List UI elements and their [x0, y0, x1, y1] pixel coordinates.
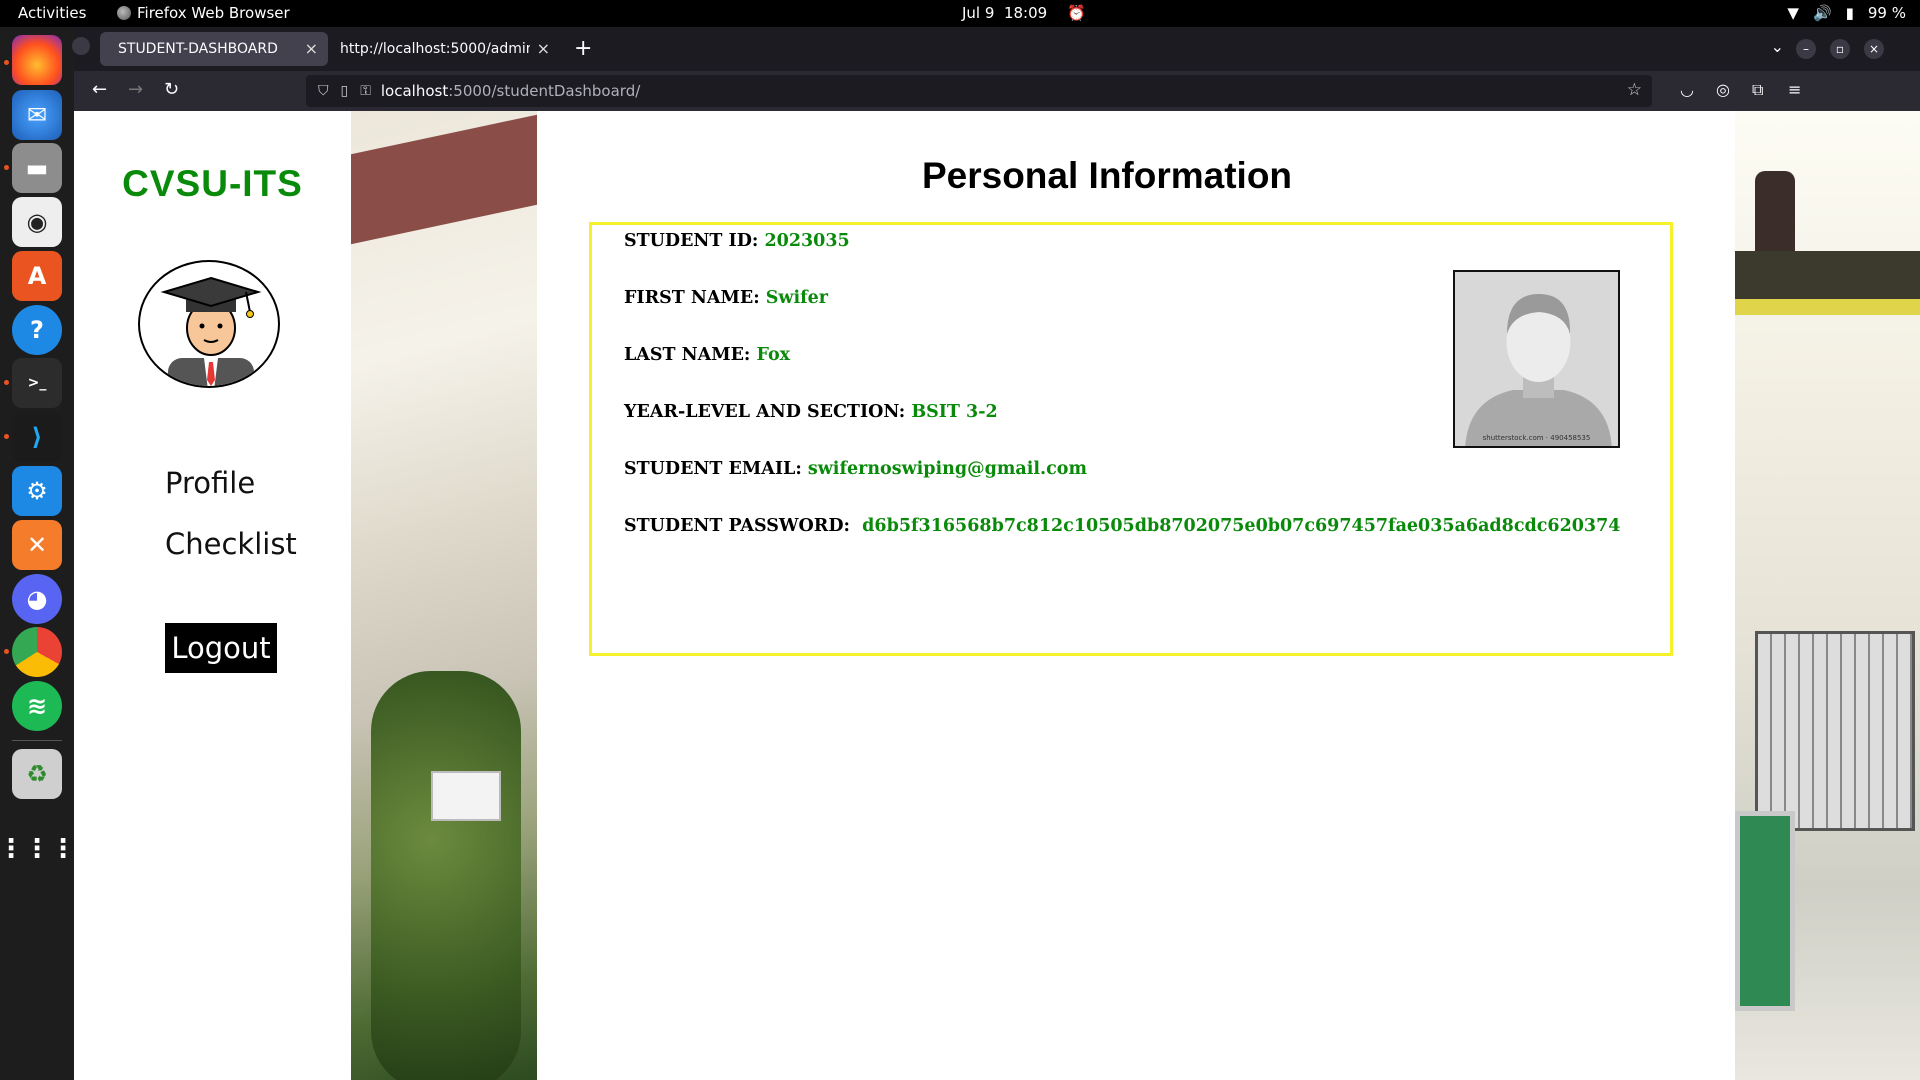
close-window-icon[interactable]: ×	[1864, 39, 1884, 59]
field-value: BSIT 3-2	[911, 402, 998, 422]
close-icon[interactable]: ×	[537, 39, 550, 58]
field-value: d6b5f316568b7c812c10505db8702075e0b07c69…	[862, 516, 1621, 536]
personal-info-card: STUDENT ID: 2023035 FIRST NAME: Swifer L…	[589, 222, 1673, 656]
field-value: 2023035	[764, 231, 850, 251]
field-label: STUDENT EMAIL:	[624, 459, 802, 479]
discord-icon[interactable]: ◕	[12, 574, 62, 624]
menu-icon[interactable]: ≡	[1788, 80, 1801, 99]
wifi-icon: ▼	[1787, 4, 1799, 22]
graduate-avatar	[138, 260, 280, 388]
app-menu[interactable]: Firefox Web Browser	[117, 4, 290, 22]
pocket-icon[interactable]: ◡	[1680, 80, 1694, 99]
battery-icon: ▮	[1845, 4, 1854, 22]
field-value: Fox	[756, 345, 791, 365]
maximize-icon[interactable]: ▫	[1830, 39, 1850, 59]
running-indicator	[4, 380, 9, 385]
browser-window: STUDENT-DASHBOARD × http://localhost:500…	[72, 27, 1920, 1080]
close-icon[interactable]: ×	[305, 39, 318, 58]
brand-title: CVSU-ITS	[122, 163, 303, 204]
forward-icon[interactable]: →	[128, 79, 143, 100]
firefox-icon[interactable]	[12, 35, 62, 85]
extensions-icon[interactable]: ⧉	[1752, 80, 1763, 100]
field-label: STUDENT PASSWORD:	[624, 516, 850, 536]
reload-icon[interactable]: ↻	[164, 79, 179, 100]
field-label: STUDENT ID:	[624, 231, 759, 251]
year-section-field: YEAR-LEVEL AND SECTION: BSIT 3-2	[624, 402, 998, 422]
last-name-field: LAST NAME: Fox	[624, 345, 790, 365]
new-tab-icon[interactable]: +	[574, 36, 592, 61]
rhythmbox-icon[interactable]: ◉	[12, 197, 62, 247]
tab-admin[interactable]: http://localhost:5000/admin ×	[336, 32, 560, 66]
student-email-field: STUDENT EMAIL: swifernoswiping@gmail.com	[624, 459, 1087, 479]
student-id-field: STUDENT ID: 2023035	[624, 231, 850, 251]
url-host: localhost	[380, 82, 449, 100]
clock-date: Jul 9 18:09	[962, 4, 1048, 22]
vscode-icon[interactable]: ⟩	[12, 412, 62, 462]
bookmark-star-icon[interactable]: ☆	[1627, 80, 1642, 100]
system-tray[interactable]: ▼ 🔊 ▮ 99 %	[1787, 4, 1906, 22]
url-bar[interactable]: ⛉ ▯ ⚿ localhost:5000/studentDashboard/ ☆	[306, 75, 1652, 107]
tab-student-dashboard[interactable]: STUDENT-DASHBOARD ×	[100, 32, 328, 66]
background-photo	[351, 111, 537, 1080]
app-menu-label: Firefox Web Browser	[137, 4, 290, 22]
help-icon[interactable]: ?	[12, 305, 62, 355]
chrome-icon[interactable]	[12, 627, 62, 677]
profile-link[interactable]: Profile	[165, 466, 255, 500]
nav-toolbar: ← → ↻ ⛉ ▯ ⚿ localhost:5000/studentDashbo…	[74, 71, 1920, 111]
firefox-mini-icon	[117, 6, 131, 20]
logout-button[interactable]: Logout	[165, 623, 277, 673]
back-icon[interactable]: ←	[92, 79, 107, 100]
tab-label: http://localhost:5000/admin	[340, 41, 530, 57]
terminal-icon[interactable]: >_	[12, 358, 62, 408]
sidebar: CVSU-ITS Profile Checklist Logout	[74, 111, 351, 1080]
student-password-field: STUDENT PASSWORD: d6b5f316568b7c812c1050…	[624, 516, 1620, 536]
clock[interactable]: Jul 9 18:09 ⏰	[962, 4, 1086, 22]
files-icon[interactable]: ▬	[12, 143, 62, 193]
show-apps-icon[interactable]: ⋮⋮⋮	[0, 824, 76, 874]
field-label: YEAR-LEVEL AND SECTION:	[624, 402, 906, 422]
student-photo-placeholder: shutterstock.com · 490458535	[1453, 270, 1620, 448]
running-indicator	[4, 434, 9, 439]
running-indicator	[4, 649, 9, 654]
running-indicator	[4, 60, 9, 65]
chevron-down-icon[interactable]: ⌄	[1771, 37, 1784, 56]
firefox-view-icon[interactable]	[72, 37, 90, 55]
main-content: Personal Information STUDENT ID: 2023035…	[537, 111, 1735, 1080]
url-path: :5000/studentDashboard/	[448, 82, 641, 100]
spotify-icon[interactable]: ≋	[12, 681, 62, 731]
trash-icon[interactable]: ♻	[12, 749, 62, 799]
shield-icon[interactable]: ⛉	[318, 83, 329, 99]
tab-strip: STUDENT-DASHBOARD × http://localhost:500…	[72, 27, 1920, 71]
running-indicator	[4, 165, 9, 170]
first-name-field: FIRST NAME: Swifer	[624, 288, 828, 308]
account-icon[interactable]: ◎	[1716, 80, 1730, 99]
activities-button[interactable]: Activities	[18, 4, 86, 22]
key-icon[interactable]: ⚿	[360, 83, 371, 99]
field-value: swifernoswiping@gmail.com	[807, 459, 1087, 479]
thunderbird-icon[interactable]: ✉	[12, 90, 62, 140]
photo-caption: shutterstock.com · 490458535	[1482, 434, 1591, 442]
minimize-icon[interactable]: –	[1796, 39, 1816, 59]
background-photo	[1735, 111, 1920, 1080]
system-top-bar: Activities Firefox Web Browser Jul 9 18:…	[0, 0, 1920, 27]
volume-icon: 🔊	[1812, 4, 1832, 22]
field-value: Swifer	[765, 288, 828, 308]
alarm-icon: ⏰	[1067, 4, 1086, 22]
mysql-workbench-icon[interactable]: ⚙	[12, 466, 62, 516]
xampp-icon[interactable]: ✕	[12, 520, 62, 570]
dock-separator	[12, 740, 62, 741]
field-label: FIRST NAME:	[624, 288, 760, 308]
person-silhouette-icon	[1455, 272, 1618, 446]
tab-label: STUDENT-DASHBOARD	[118, 41, 278, 57]
battery-label: 99 %	[1867, 4, 1906, 22]
page-title: Personal Information	[921, 155, 1293, 196]
field-label: LAST NAME:	[624, 345, 751, 365]
page-viewport: CVSU-ITS Profile Checklist Logout Person…	[74, 111, 1920, 1080]
app-center-icon[interactable]: A	[12, 251, 62, 301]
dock: ✉ ▬ ◉ A ? >_ ⟩ ⚙ ✕ ◕ ≋ ♻ ⋮⋮⋮	[0, 27, 76, 1080]
page-icon: ▯	[340, 83, 349, 99]
checklist-link[interactable]: Checklist	[165, 527, 297, 561]
